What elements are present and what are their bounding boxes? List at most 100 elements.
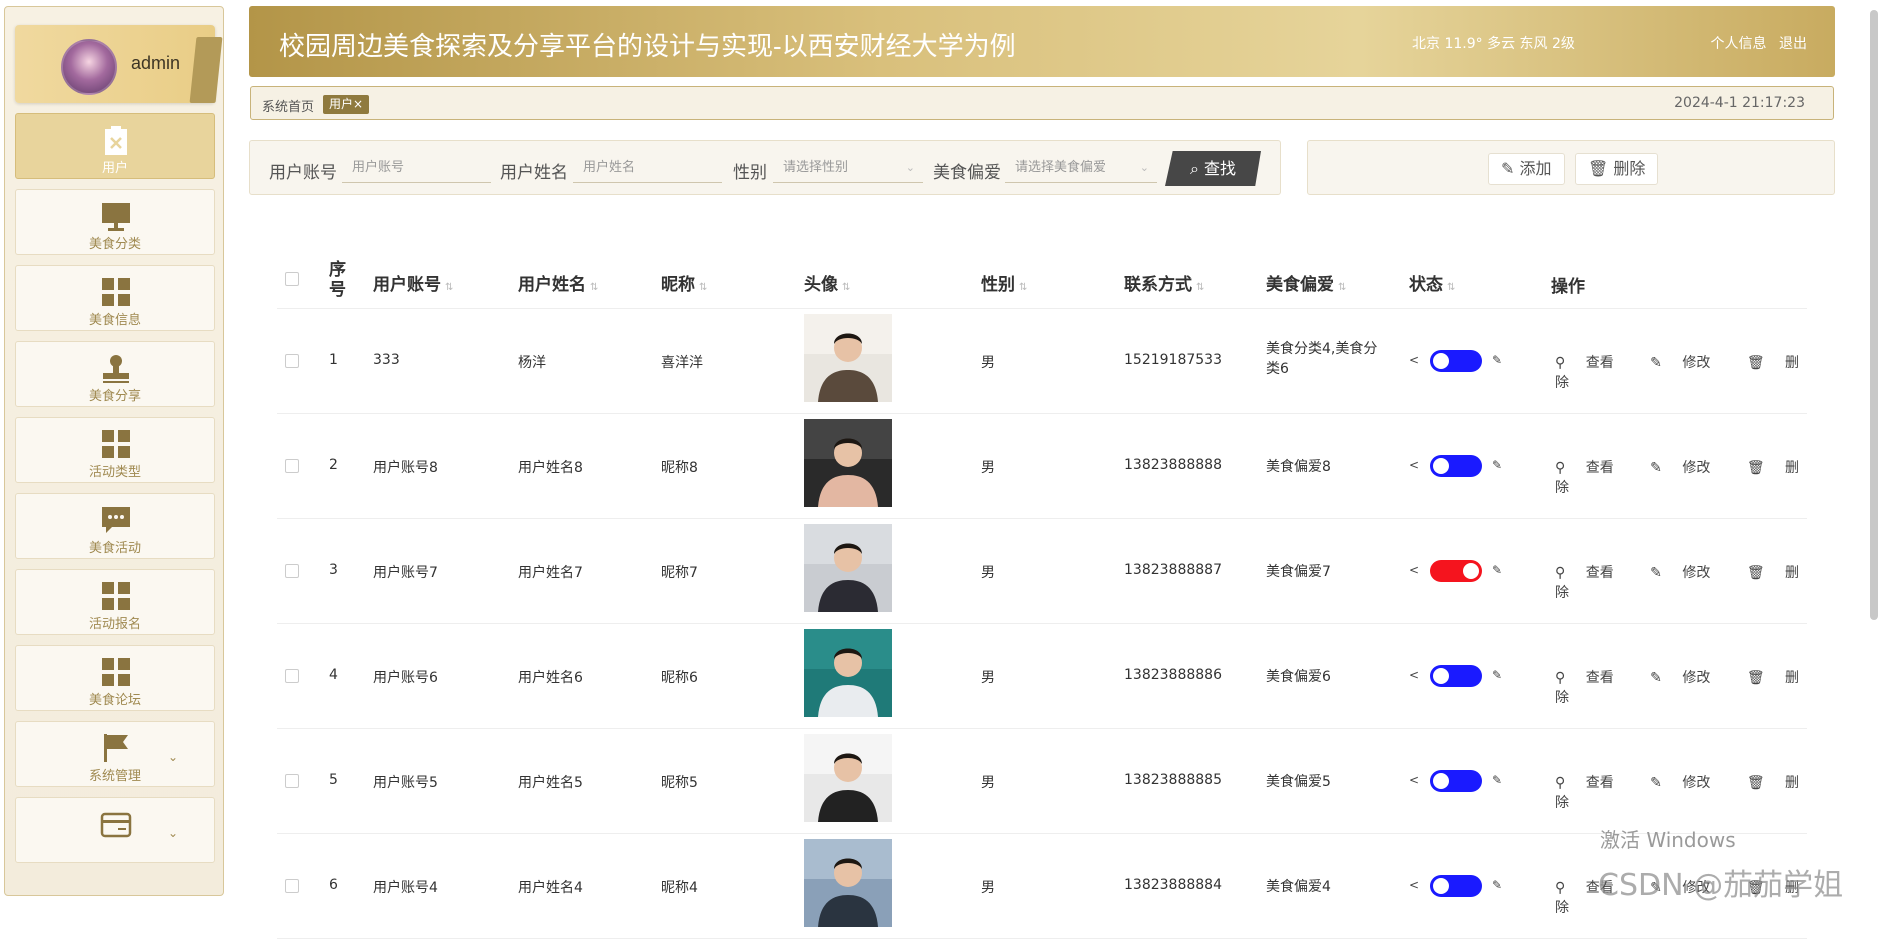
preference-select[interactable]: 请选择美食偏爱 ⌄ [1005,153,1157,183]
cell-account: 用户账号5 [373,775,438,791]
view-button[interactable]: ⚲ 查看 [1555,460,1630,476]
sidebar-item-users[interactable]: 用户 [15,113,215,179]
trash-icon: 🗑 [1746,670,1770,686]
row-checkbox[interactable] [285,774,299,788]
sidebar-item-more[interactable]: ⌄ [15,797,215,863]
sort-icon: ⇅ [842,282,851,293]
share-icon[interactable]: < [1409,878,1419,892]
select-all-checkbox[interactable] [285,272,299,286]
row-checkbox[interactable] [285,564,299,578]
grid-icon [102,278,130,306]
row-checkbox[interactable] [285,459,299,473]
user-avatar-photo[interactable] [804,314,892,402]
cell-phone: 13823888886 [1124,667,1222,683]
row-checkbox[interactable] [285,354,299,368]
col-account[interactable]: 用户账号 ⇅ [373,270,453,295]
sidebar-item-food-share[interactable]: 美食分享 [15,341,215,407]
trash-icon: 🗑 [1746,775,1770,791]
logout-link[interactable]: 退出 [1779,36,1807,52]
col-nickname-label: 昵称 [661,275,695,295]
col-preference[interactable]: 美食偏爱 ⇅ [1266,270,1346,295]
col-name[interactable]: 用户姓名 ⇅ [518,270,598,295]
user-avatar-photo[interactable] [804,629,892,717]
avatar[interactable] [61,39,117,95]
sidebar-item-food-activity[interactable]: 美食活动 [15,493,215,559]
edit-icon[interactable]: ✎ [1492,668,1502,682]
status-toggle[interactable] [1430,665,1482,687]
status-toggle[interactable] [1430,350,1482,372]
row-checkbox[interactable] [285,669,299,683]
view-button[interactable]: ⚲ 查看 [1555,565,1630,581]
share-icon[interactable]: < [1409,773,1419,787]
breadcrumb: 系统首页 用户× 2024-4-1 21:17:23 [250,86,1834,120]
cell-phone: 13823888884 [1124,877,1222,893]
sidebar-item-food-info[interactable]: 美食信息 [15,265,215,331]
user-avatar-photo[interactable] [804,734,892,822]
delete-button-label: 删除 [1613,159,1646,178]
gender-select[interactable]: 请选择性别 ⌄ [773,153,923,183]
col-index: 序号 [329,260,346,300]
edit-button[interactable]: ✎ 修改 [1650,670,1726,686]
sidebar-item-food-forum[interactable]: 美食论坛 [15,645,215,711]
share-icon[interactable]: < [1409,668,1419,682]
cell-account: 用户账号4 [373,880,438,896]
cell-name: 用户姓名6 [518,670,583,686]
user-avatar-photo[interactable] [804,839,892,927]
status-toggle[interactable] [1430,455,1482,477]
edit-icon[interactable]: ✎ [1492,773,1502,787]
profile-link[interactable]: 个人信息 [1711,36,1767,52]
sidebar-item-system-management[interactable]: 系统管理 ⌄ [15,721,215,787]
share-icon[interactable]: < [1409,353,1419,367]
add-button[interactable]: ✎ 添加 [1488,153,1565,185]
search-icon: ⚲ [1555,460,1570,476]
edit-icon[interactable]: ✎ [1492,878,1502,892]
edit-icon[interactable]: ✎ [1492,563,1502,577]
edit-button[interactable]: ✎ 修改 [1650,775,1726,791]
tab-users[interactable]: 用户× [323,95,370,114]
monitor-icon [102,203,130,231]
windows-activation-watermark: 激活 Windows [1600,828,1736,852]
col-status-label: 状态 [1409,275,1443,295]
view-label: 查看 [1585,775,1614,791]
view-button[interactable]: ⚲ 查看 [1555,775,1630,791]
status-toggle[interactable] [1430,560,1482,582]
table-row: 6 用户账号4 用户姓名4 昵称4 男 13823888884 美食偏爱4 < … [277,833,1807,939]
edit-icon[interactable]: ✎ [1492,353,1502,367]
trash-icon: 🗑 [1746,565,1770,581]
sort-icon: ⇅ [445,282,454,293]
user-links: 个人信息 退出 [1703,33,1807,53]
breadcrumb-home[interactable]: 系统首页 [262,96,314,115]
vertical-scrollbar[interactable] [1870,10,1878,620]
edit-button[interactable]: ✎ 修改 [1650,565,1726,581]
col-status[interactable]: 状态 ⇅ [1409,270,1455,295]
status-toggle[interactable] [1430,770,1482,792]
user-avatar-photo[interactable] [804,419,892,507]
edit-button[interactable]: ✎ 修改 [1650,460,1726,476]
row-checkbox[interactable] [285,879,299,893]
share-icon[interactable]: < [1409,458,1419,472]
user-avatar-photo[interactable] [804,524,892,612]
sidebar-item-food-category[interactable]: 美食分类 [15,189,215,255]
col-phone[interactable]: 联系方式 ⇅ [1124,270,1204,295]
edit-button[interactable]: ✎ 修改 [1650,355,1726,371]
view-button[interactable]: ⚲ 查看 [1555,670,1630,686]
sidebar-item-activity-type[interactable]: 活动类型 [15,417,215,483]
profile-card[interactable]: admin [15,25,223,103]
col-avatar[interactable]: 头像 ⇅ [804,270,850,295]
search-button[interactable]: ⌕ 查找 [1165,151,1261,186]
edit-icon[interactable]: ✎ [1492,458,1502,472]
toggle-knob [1433,458,1449,474]
account-search-input[interactable]: 用户账号 [342,153,491,183]
view-button[interactable]: ⚲ 查看 [1555,355,1630,371]
share-icon[interactable]: < [1409,563,1419,577]
name-search-input[interactable]: 用户姓名 [573,153,722,183]
batch-delete-button[interactable]: 🗑 删除 [1575,153,1659,185]
preference-select-placeholder: 请选择美食偏爱 [1015,160,1107,175]
edit-icon: ✎ [1650,460,1667,476]
status-toggle[interactable] [1430,875,1482,897]
col-nickname[interactable]: 昵称 ⇅ [661,270,707,295]
col-gender[interactable]: 性别 ⇅ [981,270,1027,295]
edit-label: 修改 [1682,355,1711,371]
view-label: 查看 [1585,670,1614,686]
sidebar-item-activity-signup[interactable]: 活动报名 [15,569,215,635]
